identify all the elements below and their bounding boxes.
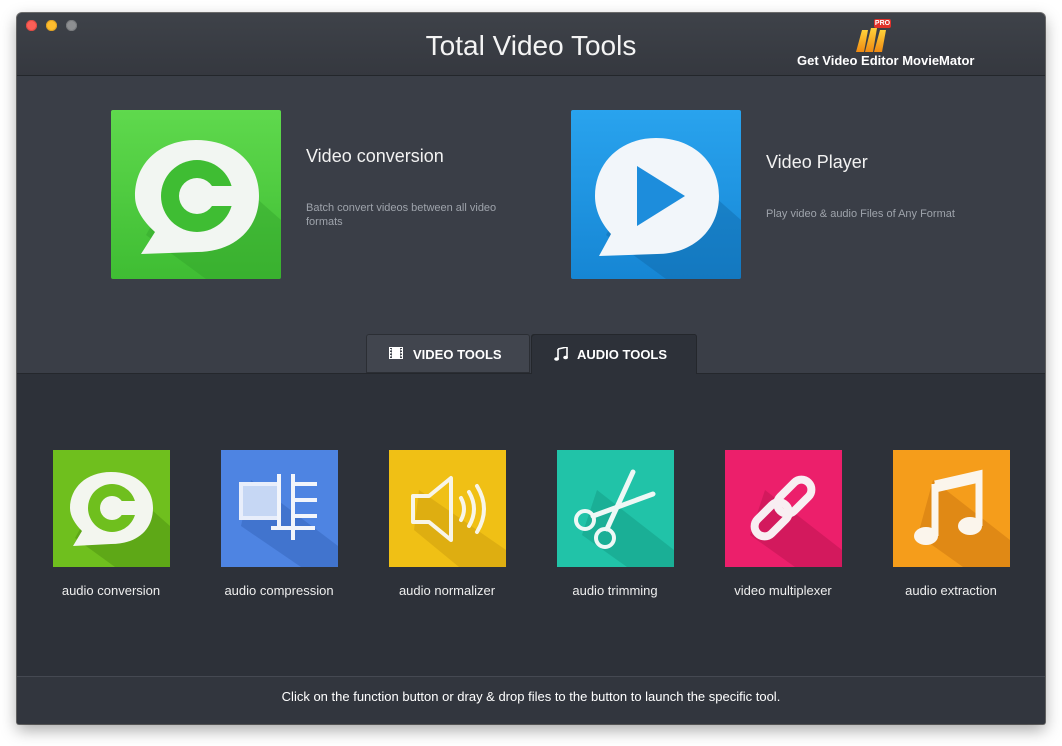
moviemator-logo-icon[interactable]: PRO — [852, 18, 892, 54]
scissors-icon — [557, 450, 674, 567]
title-bar[interactable]: Total Video Tools PRO Get Video Editor M… — [17, 13, 1045, 76]
audio-extraction-label: audio extraction — [905, 583, 997, 598]
audio-trimming-label: audio trimming — [572, 583, 658, 598]
speaker-icon — [389, 450, 506, 567]
video-multiplexer-label: video multiplexer — [734, 583, 832, 598]
music-note-icon — [554, 346, 568, 364]
audio-normalizer-label: audio normalizer — [398, 583, 496, 598]
audio-conversion-icon — [53, 450, 170, 567]
video-conversion-icon — [111, 110, 281, 279]
tab-audio-tools-label: AUDIO TOOLS — [577, 347, 668, 362]
audio-conversion-label: audio conversion — [61, 583, 161, 598]
usage-hint: Click on the function button or dray & d… — [281, 689, 781, 704]
status-bar: Click on the function button or dray & d… — [17, 676, 1045, 724]
film-icon — [389, 347, 403, 362]
audio-tools-panel: audio conversion audio compression audio… — [17, 374, 1045, 676]
featured-tools: Video conversion Batch convert videos be… — [17, 76, 1045, 373]
video-conversion-description: Batch convert videos between all video f… — [306, 202, 497, 228]
video-player-title: Video Player — [766, 152, 868, 172]
link-icon — [725, 450, 842, 567]
compression-icon — [221, 450, 338, 567]
video-player-description: Play video & audio Files of Any Format — [766, 208, 955, 220]
app-window: Total Video Tools PRO Get Video Editor M… — [17, 13, 1045, 724]
music-note-icon — [893, 450, 1010, 567]
tab-video-tools[interactable]: VIDEO TOOLS — [366, 334, 530, 373]
video-player-card[interactable]: Video Player Play video & audio Files of… — [571, 110, 955, 280]
video-conversion-card[interactable]: Video conversion Batch convert videos be… — [111, 110, 496, 280]
pro-badge: PRO — [874, 20, 891, 27]
tab-audio-tools[interactable]: AUDIO TOOLS — [531, 334, 697, 374]
audio-compression-label: audio compression — [224, 583, 334, 598]
video-conversion-title: Video conversion — [306, 146, 444, 166]
play-icon — [571, 110, 741, 279]
tab-video-tools-label: VIDEO TOOLS — [413, 347, 502, 362]
get-moviemator-link[interactable]: Get Video Editor MovieMator — [797, 53, 974, 68]
